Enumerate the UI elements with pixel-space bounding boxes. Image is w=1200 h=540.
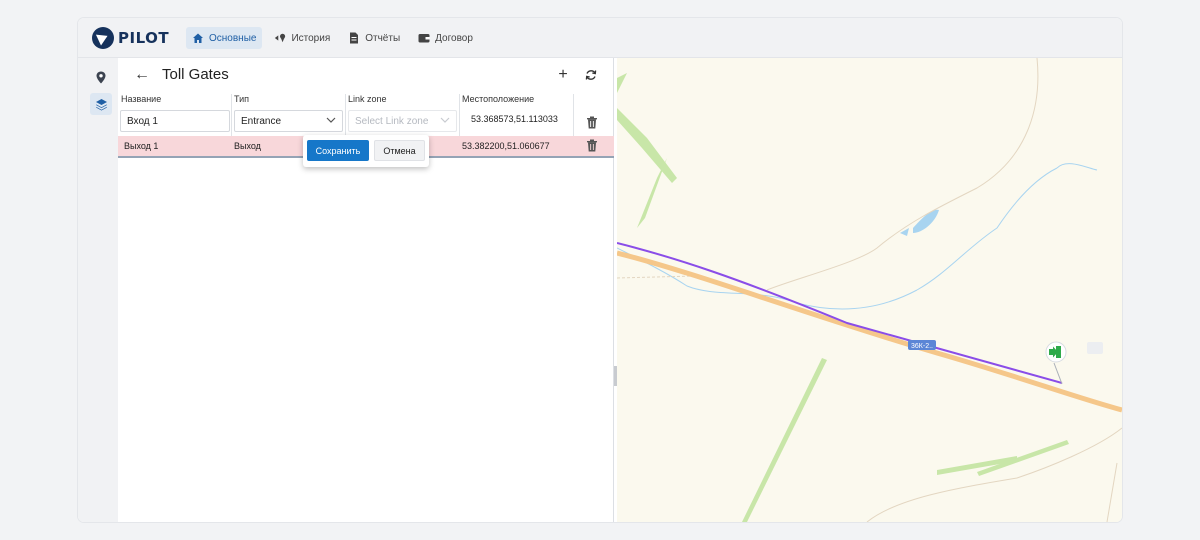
nav-item-label: История xyxy=(291,32,331,44)
row-location: 53.382200,51.060677 xyxy=(462,141,550,151)
stream-line xyxy=(1056,163,1098,171)
refresh-icon xyxy=(585,70,597,80)
main-nav: Основные История Отчёты Договор xyxy=(186,27,479,49)
refresh-button[interactable] xyxy=(582,66,600,84)
field-shape xyxy=(742,358,827,522)
back-button[interactable]: ← xyxy=(134,67,150,83)
rail-button-map-pin[interactable] xyxy=(90,66,112,88)
name-input[interactable]: Вход 1 xyxy=(120,110,230,132)
lake-shape xyxy=(913,209,939,233)
row-name: Выход 1 xyxy=(124,141,159,151)
link-zone-select[interactable]: Select Link zone xyxy=(348,110,457,132)
column-header-link-zone: Link zone xyxy=(348,94,387,104)
field-shape xyxy=(977,440,1069,476)
route-line xyxy=(617,242,1063,384)
type-select-value: Entrance xyxy=(241,115,282,127)
track-line xyxy=(866,427,1122,522)
type-select[interactable]: Entrance xyxy=(234,110,343,132)
exit-gate-marker[interactable] xyxy=(1045,341,1067,385)
nav-item-label: Основные xyxy=(209,32,257,44)
side-rail xyxy=(78,58,118,522)
add-button[interactable]: + xyxy=(554,66,572,84)
road-label: 36К-2.. xyxy=(911,343,933,350)
logo[interactable]: PILOT xyxy=(92,26,169,50)
trash-icon xyxy=(587,116,597,129)
panel-header: ← Toll Gates + xyxy=(118,58,614,92)
page-title: Toll Gates xyxy=(162,66,229,83)
track-line xyxy=(766,58,1039,291)
map-canvas: 36К-2.. xyxy=(617,58,1122,522)
cancel-button[interactable]: Отмена xyxy=(374,140,425,161)
home-icon xyxy=(192,32,204,44)
nav-item-label: Отчёты xyxy=(365,32,401,44)
map-pin-icon xyxy=(96,71,106,83)
track-line xyxy=(1106,462,1118,522)
app-window: PILOT Основные История Отчёты Договор ← … xyxy=(78,18,1122,522)
map-control-icon[interactable] xyxy=(1087,342,1103,354)
report-icon xyxy=(348,32,360,44)
confirm-popover: Сохранить Отмена xyxy=(303,135,429,167)
column-header-location: Местоположение xyxy=(462,94,535,104)
save-button[interactable]: Сохранить xyxy=(307,140,369,161)
chevron-down-icon xyxy=(440,116,450,127)
top-bar: PILOT Основные История Отчёты Договор xyxy=(78,18,1122,58)
route-icon xyxy=(274,32,286,44)
logo-text: PILOT xyxy=(118,29,170,47)
map-view[interactable]: 36К-2.. xyxy=(617,58,1122,522)
chevron-down-icon xyxy=(326,116,336,127)
link-zone-placeholder: Select Link zone xyxy=(355,115,429,127)
layers-icon xyxy=(95,98,107,110)
rail-button-layers[interactable] xyxy=(90,93,112,115)
track-line xyxy=(617,275,698,279)
row-type: Выход xyxy=(234,141,261,151)
column-header-type: Тип xyxy=(234,94,250,104)
table-header: Название Тип Link zone Местоположение xyxy=(118,94,614,136)
logo-icon xyxy=(92,27,114,49)
delete-button[interactable] xyxy=(586,116,598,129)
field-shape xyxy=(637,158,667,228)
nav-item-main[interactable]: Основные xyxy=(186,27,263,49)
column-header-name: Название xyxy=(121,94,162,104)
field-shape xyxy=(617,73,627,93)
field-shape xyxy=(617,108,677,183)
nav-item-contract[interactable]: Договор xyxy=(412,27,479,49)
wallet-icon xyxy=(418,32,430,44)
road-line xyxy=(617,250,1122,413)
delete-button[interactable] xyxy=(586,139,598,152)
location-value: 53.368573,51.113033 xyxy=(471,114,558,124)
trash-icon xyxy=(587,139,597,152)
nav-item-label: Договор xyxy=(435,32,473,44)
stream-line xyxy=(916,167,1058,291)
nav-item-history[interactable]: История xyxy=(268,27,336,49)
edit-row: Вход 1 Entrance Select Link zone 53.3685… xyxy=(118,109,614,135)
nav-item-reports[interactable]: Отчёты xyxy=(342,27,406,49)
toll-gates-panel: ← Toll Gates + Название Тип Link zone Ме… xyxy=(118,58,614,522)
